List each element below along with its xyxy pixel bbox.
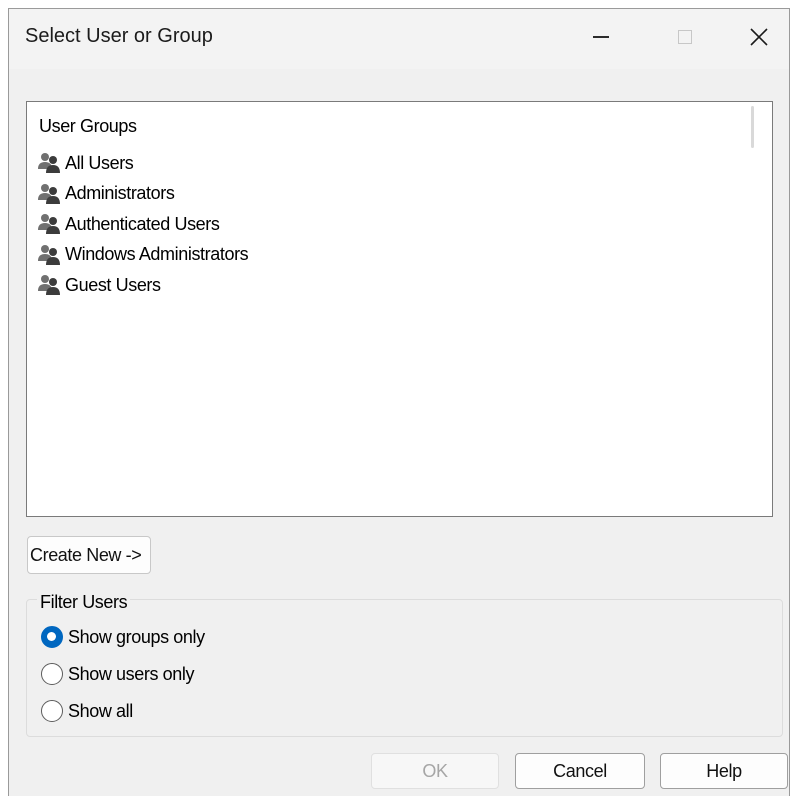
- window-title: Select User or Group: [25, 25, 213, 47]
- scrollbar-thumb[interactable]: [751, 106, 754, 148]
- radio-label: Show all: [68, 700, 133, 721]
- list-item[interactable]: Guest Users: [37, 270, 248, 301]
- group-icon: [38, 244, 60, 265]
- radio-label: Show users only: [68, 663, 195, 684]
- radio-button-checked[interactable]: [41, 626, 63, 648]
- group-icon: [38, 275, 60, 296]
- maximize-icon: [678, 30, 692, 44]
- title-bar[interactable]: Select User or Group: [9, 9, 789, 69]
- radio-show-all[interactable]: Show all: [41, 700, 133, 722]
- filter-users-group: Filter Users Show groups only Show users…: [26, 592, 783, 737]
- create-new-button[interactable]: Create New ->: [27, 536, 151, 574]
- list-item[interactable]: Authenticated Users: [37, 209, 248, 240]
- radio-button[interactable]: [41, 700, 63, 722]
- minimize-icon: [593, 36, 609, 38]
- help-button[interactable]: Help: [660, 753, 788, 789]
- list-item-label: Authenticated Users: [65, 213, 220, 234]
- ok-button[interactable]: OK: [371, 753, 499, 789]
- list-item-label: Administrators: [65, 183, 175, 204]
- user-group-list[interactable]: User Groups All Users Administrators Aut…: [26, 101, 773, 517]
- list-item[interactable]: Administrators: [37, 179, 248, 210]
- filter-users-legend: Filter Users: [37, 592, 131, 613]
- maximize-button[interactable]: [653, 9, 717, 65]
- group-icon: [38, 183, 60, 204]
- radio-label: Show groups only: [68, 626, 205, 647]
- group-icon: [38, 153, 60, 174]
- dialog-window: Select User or Group User Groups All Use…: [8, 8, 790, 796]
- close-button[interactable]: [727, 9, 791, 65]
- radio-button[interactable]: [41, 663, 63, 685]
- radio-show-users-only[interactable]: Show users only: [41, 663, 194, 685]
- close-icon: [750, 28, 768, 46]
- list-item[interactable]: All Users: [37, 148, 248, 179]
- group-icon: [38, 214, 60, 235]
- list-item-label: Guest Users: [65, 274, 161, 295]
- list-item[interactable]: Windows Administrators: [37, 240, 249, 271]
- list-header: User Groups: [39, 116, 137, 136]
- list-item-label: Windows Administrators: [65, 244, 249, 265]
- cancel-button[interactable]: Cancel: [515, 753, 645, 789]
- list-item-label: All Users: [65, 152, 134, 173]
- radio-show-groups-only[interactable]: Show groups only: [41, 626, 205, 648]
- minimize-button[interactable]: [569, 9, 633, 65]
